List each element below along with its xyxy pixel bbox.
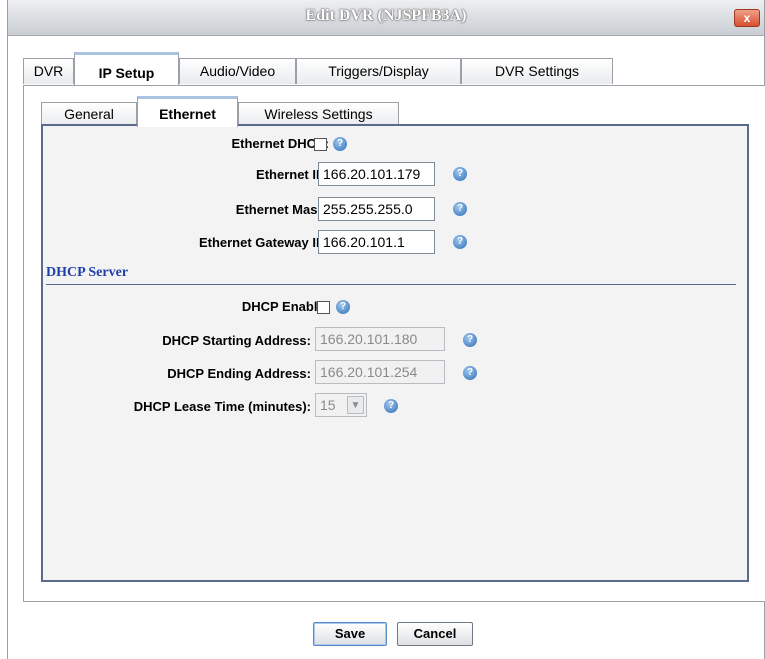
dhcp-enable-label: DHCP Enable: bbox=[241, 299, 329, 314]
save-button[interactable]: Save bbox=[313, 622, 387, 646]
tab-dvr-settings[interactable]: DVR Settings bbox=[461, 58, 613, 84]
edit-dvr-dialog: Edit DVR (NJSPFB3A) x DVR IP Setup Audio… bbox=[7, 0, 765, 659]
dhcp-start-label: DHCP Starting Address: bbox=[162, 333, 311, 348]
dhcp-end-label: DHCP Ending Address: bbox=[167, 366, 311, 381]
help-icon[interactable]: ? bbox=[453, 235, 467, 249]
ethernet-ip-field[interactable]: 166.20.101.179 bbox=[318, 162, 435, 186]
dialog-title: Edit DVR (NJSPFB3A) bbox=[305, 7, 467, 24]
ip-setup-panel: General Ethernet Wireless Settings Ether… bbox=[23, 85, 765, 602]
help-icon[interactable]: ? bbox=[453, 202, 467, 216]
dhcp-lease-value: 15 bbox=[320, 397, 336, 413]
help-icon[interactable]: ? bbox=[333, 137, 347, 151]
help-icon[interactable]: ? bbox=[336, 300, 350, 314]
main-tab-bar: DVR IP Setup Audio/Video Triggers/Displa… bbox=[23, 52, 763, 86]
dhcp-server-section-title: DHCP Server bbox=[46, 265, 129, 280]
tab-dvr[interactable]: DVR bbox=[23, 58, 74, 84]
section-divider bbox=[46, 284, 736, 285]
dhcp-lease-select[interactable]: 15 ▼ bbox=[315, 393, 367, 417]
help-icon[interactable]: ? bbox=[463, 333, 477, 347]
tab-general[interactable]: General bbox=[41, 102, 137, 126]
ethernet-gateway-field[interactable]: 166.20.101.1 bbox=[318, 230, 435, 254]
dhcp-end-field[interactable]: 166.20.101.254 bbox=[315, 360, 445, 384]
help-icon[interactable]: ? bbox=[384, 399, 398, 413]
help-icon[interactable]: ? bbox=[453, 167, 467, 181]
tab-ethernet[interactable]: Ethernet bbox=[137, 96, 238, 127]
ethernet-mask-label: Ethernet Mask: bbox=[235, 202, 329, 217]
help-icon[interactable]: ? bbox=[463, 366, 477, 380]
dhcp-lease-label: DHCP Lease Time (minutes): bbox=[133, 399, 311, 414]
tab-wireless-settings[interactable]: Wireless Settings bbox=[238, 102, 399, 126]
chevron-down-icon[interactable]: ▼ bbox=[347, 396, 364, 414]
cancel-button[interactable]: Cancel bbox=[397, 622, 473, 646]
close-icon: x bbox=[743, 11, 751, 25]
sub-tab-bar: General Ethernet Wireless Settings bbox=[24, 96, 765, 127]
close-button[interactable]: x bbox=[734, 9, 760, 27]
ethernet-gateway-label: Ethernet Gateway IP: bbox=[198, 235, 329, 250]
tab-triggers-display[interactable]: Triggers/Display bbox=[296, 58, 461, 84]
tab-ip-setup[interactable]: IP Setup bbox=[74, 52, 179, 86]
tab-audio-video[interactable]: Audio/Video bbox=[179, 58, 296, 84]
title-bar[interactable]: Edit DVR (NJSPFB3A) x bbox=[8, 0, 764, 36]
ethernet-mask-field[interactable]: 255.255.255.0 bbox=[318, 197, 435, 221]
ethernet-dhcp-checkbox[interactable] bbox=[314, 138, 327, 151]
ethernet-settings-frame: Ethernet DHCP: ? Ethernet IP: 166.20.101… bbox=[41, 124, 749, 582]
dhcp-start-field[interactable]: 166.20.101.180 bbox=[315, 327, 445, 351]
dhcp-enable-checkbox[interactable] bbox=[317, 301, 330, 314]
